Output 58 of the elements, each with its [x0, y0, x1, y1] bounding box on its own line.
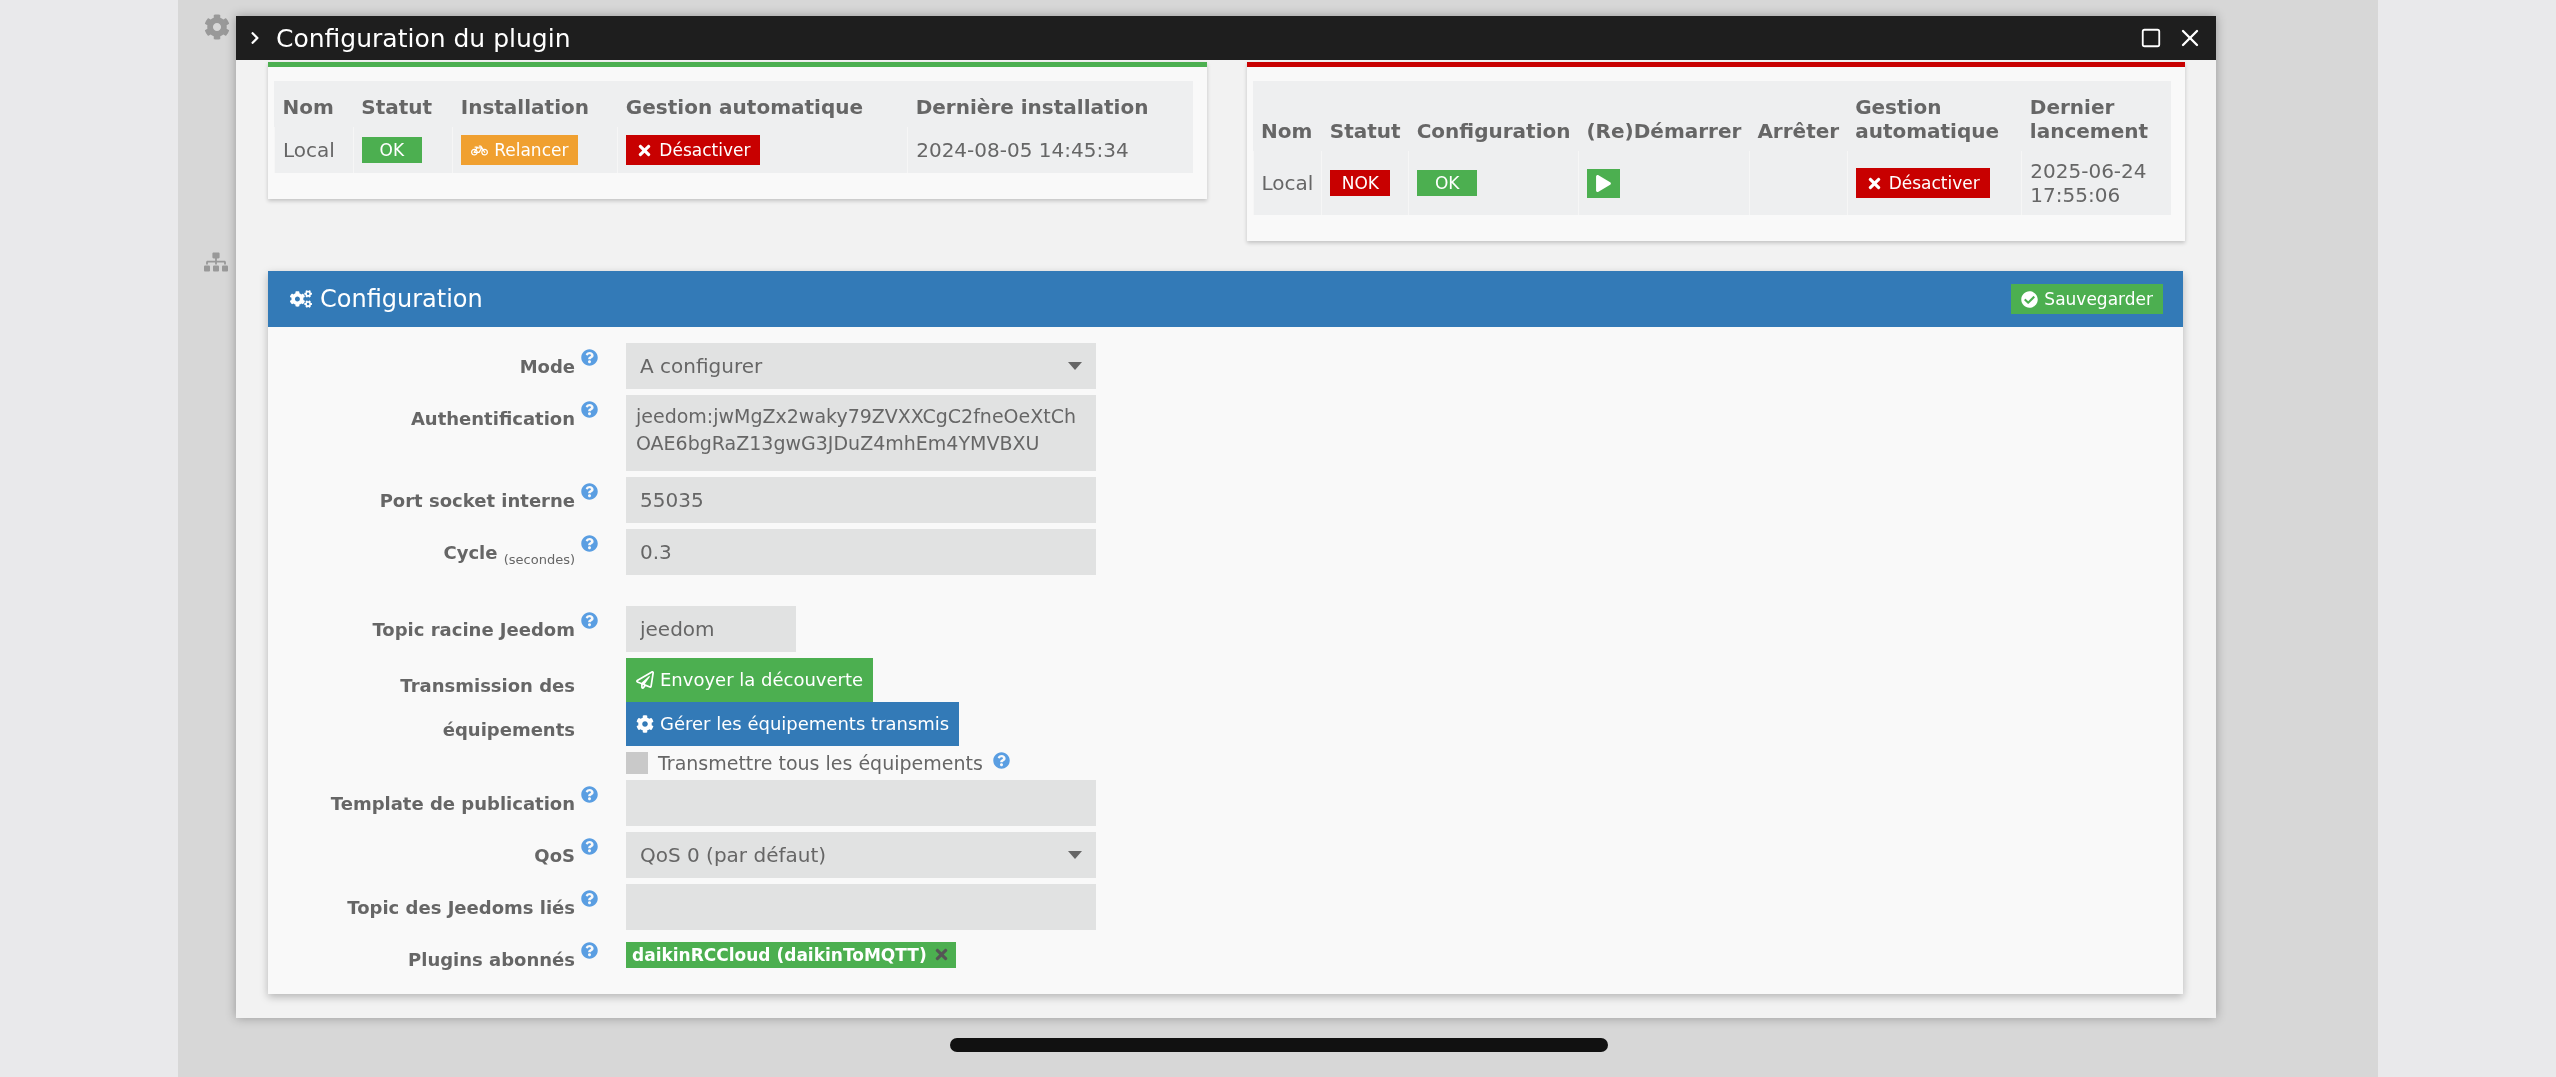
select-field[interactable]: A configurer — [626, 343, 1096, 389]
manage-button[interactable]: Gérer les équipements transmis — [626, 701, 960, 746]
column-header: Dernier lancement — [2021, 81, 2171, 151]
field-label: QoS — [534, 843, 575, 868]
caret-icon — [1068, 362, 1082, 370]
column-header: Nom — [274, 81, 354, 127]
caret-icon — [1068, 850, 1082, 859]
play-icon — [1594, 174, 1612, 192]
column-header: Statut — [1321, 81, 1409, 151]
network-icon — [204, 250, 228, 274]
table-cell: Local — [1253, 151, 1322, 215]
field-label: Cycle $_{(secondes)}$ — [443, 541, 575, 569]
column-header: Dernière installation — [907, 81, 1193, 127]
column-header: Gestion automatique — [617, 81, 908, 127]
column-header: Nom — [1253, 81, 1322, 151]
select-field[interactable]: QoS 0 (par défaut) — [626, 831, 1096, 878]
field-label: Template de publication — [330, 791, 575, 816]
checkbox-label: Transmettre tous les équipements — [658, 751, 983, 774]
column-header: Statut — [353, 81, 453, 127]
field-label: Transmission des équipements — [399, 673, 575, 742]
status-badge: NOK — [1330, 170, 1391, 196]
send-discovery-button[interactable]: Envoyer la découverte — [626, 657, 874, 702]
field-label: Mode — [519, 355, 575, 379]
status-badge: OK — [361, 137, 422, 163]
disable-button[interactable]: Désactiver — [1855, 168, 1990, 198]
gears-icon — [290, 288, 312, 310]
table-cell: 2024-08-05 14:45:34 — [907, 127, 1193, 173]
check-icon — [2021, 290, 2039, 308]
column-header: Gestion automatique — [1847, 81, 2022, 151]
field-label: Port socket interne — [379, 489, 575, 513]
panel-title: Configuration — [320, 285, 484, 313]
gear-icon — [636, 714, 654, 733]
input-field[interactable] — [626, 883, 1096, 930]
input-field[interactable] — [626, 779, 1096, 826]
column-header: Configuration — [1408, 81, 1579, 151]
disable-button[interactable]: Désactiver — [626, 135, 761, 165]
field-label: Topic des Jeedoms liés — [347, 895, 575, 920]
column-header: Arrêter — [1749, 81, 1848, 151]
field-label: Authentification — [410, 407, 575, 431]
column-header: (Re)Démarrer — [1578, 81, 1750, 151]
maximize-icon[interactable] — [2140, 27, 2162, 49]
column-header: Installation — [452, 81, 618, 127]
input-field[interactable]: 55035 — [626, 477, 1096, 523]
table-cell: Local — [274, 127, 354, 173]
input-field[interactable]: jeedom — [626, 605, 796, 652]
dialog-title: Configuration du plugin — [276, 23, 572, 53]
field-label: Plugins abonnés — [408, 947, 575, 972]
start-button[interactable] — [1586, 168, 1620, 198]
field-label: Topic racine Jeedom — [372, 617, 575, 642]
paper-plane-icon — [636, 670, 654, 689]
table-cell: 2025-06-24 17:55:06 — [2021, 151, 2171, 215]
plugin-tag: daikinRCCloud (daikinToMQTT) — [626, 941, 956, 968]
status-badge: OK — [1417, 170, 1478, 196]
gear-icon — [204, 14, 230, 40]
save-button[interactable]: Sauvegarder — [2011, 284, 2163, 314]
input-field[interactable]: jeedom:jwMgZx2waky79ZVXXCgC2fneOeXtChOAE6bgRaZ13gwG3JDuZ4mhEm4YMVBXU — [626, 395, 1096, 471]
input-field[interactable]: 0.3 — [626, 529, 1096, 575]
checkbox[interactable] — [626, 751, 648, 774]
